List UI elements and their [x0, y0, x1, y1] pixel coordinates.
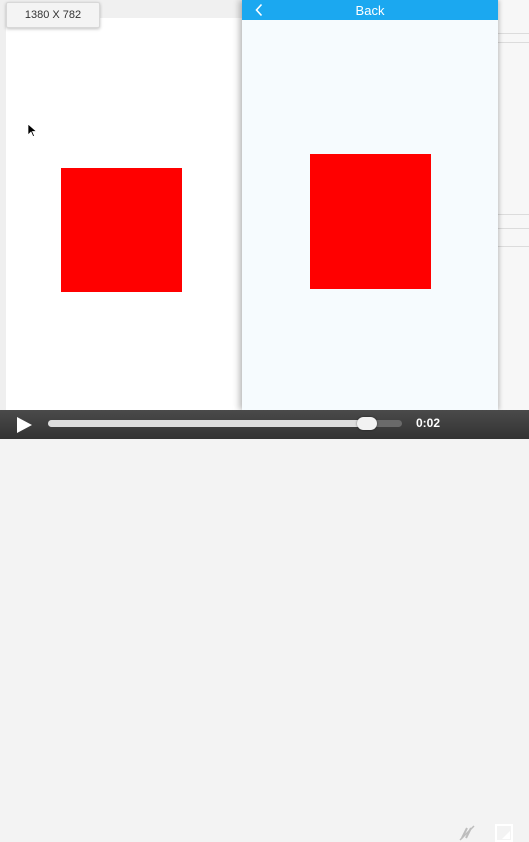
- phone-nav-bar: Back: [242, 0, 498, 20]
- left-edge-strip: [0, 0, 6, 410]
- back-chevron-icon[interactable]: [254, 3, 264, 17]
- right-divider: [498, 33, 529, 34]
- video-progress-track[interactable]: [48, 417, 402, 430]
- video-progress-fill: [48, 420, 367, 427]
- left-browser-frame: [0, 0, 245, 410]
- nav-title[interactable]: Back: [356, 3, 385, 18]
- right-divider: [498, 42, 529, 43]
- right-divider: [498, 228, 529, 229]
- captions-off-icon[interactable]: [458, 824, 476, 842]
- resolution-badge: 1380 X 782: [6, 2, 100, 28]
- right-divider: [498, 214, 529, 215]
- cursor-icon: [28, 124, 37, 137]
- video-progress-handle[interactable]: [356, 417, 377, 430]
- fullscreen-icon[interactable]: [495, 824, 513, 842]
- red-square-left: [61, 168, 182, 292]
- phone-simulator: Back: [242, 0, 498, 410]
- video-time: 0:02: [416, 416, 441, 430]
- play-icon[interactable]: [16, 416, 33, 434]
- red-square-right: [310, 154, 431, 289]
- right-background-panel: [498, 0, 529, 410]
- right-divider: [498, 246, 529, 247]
